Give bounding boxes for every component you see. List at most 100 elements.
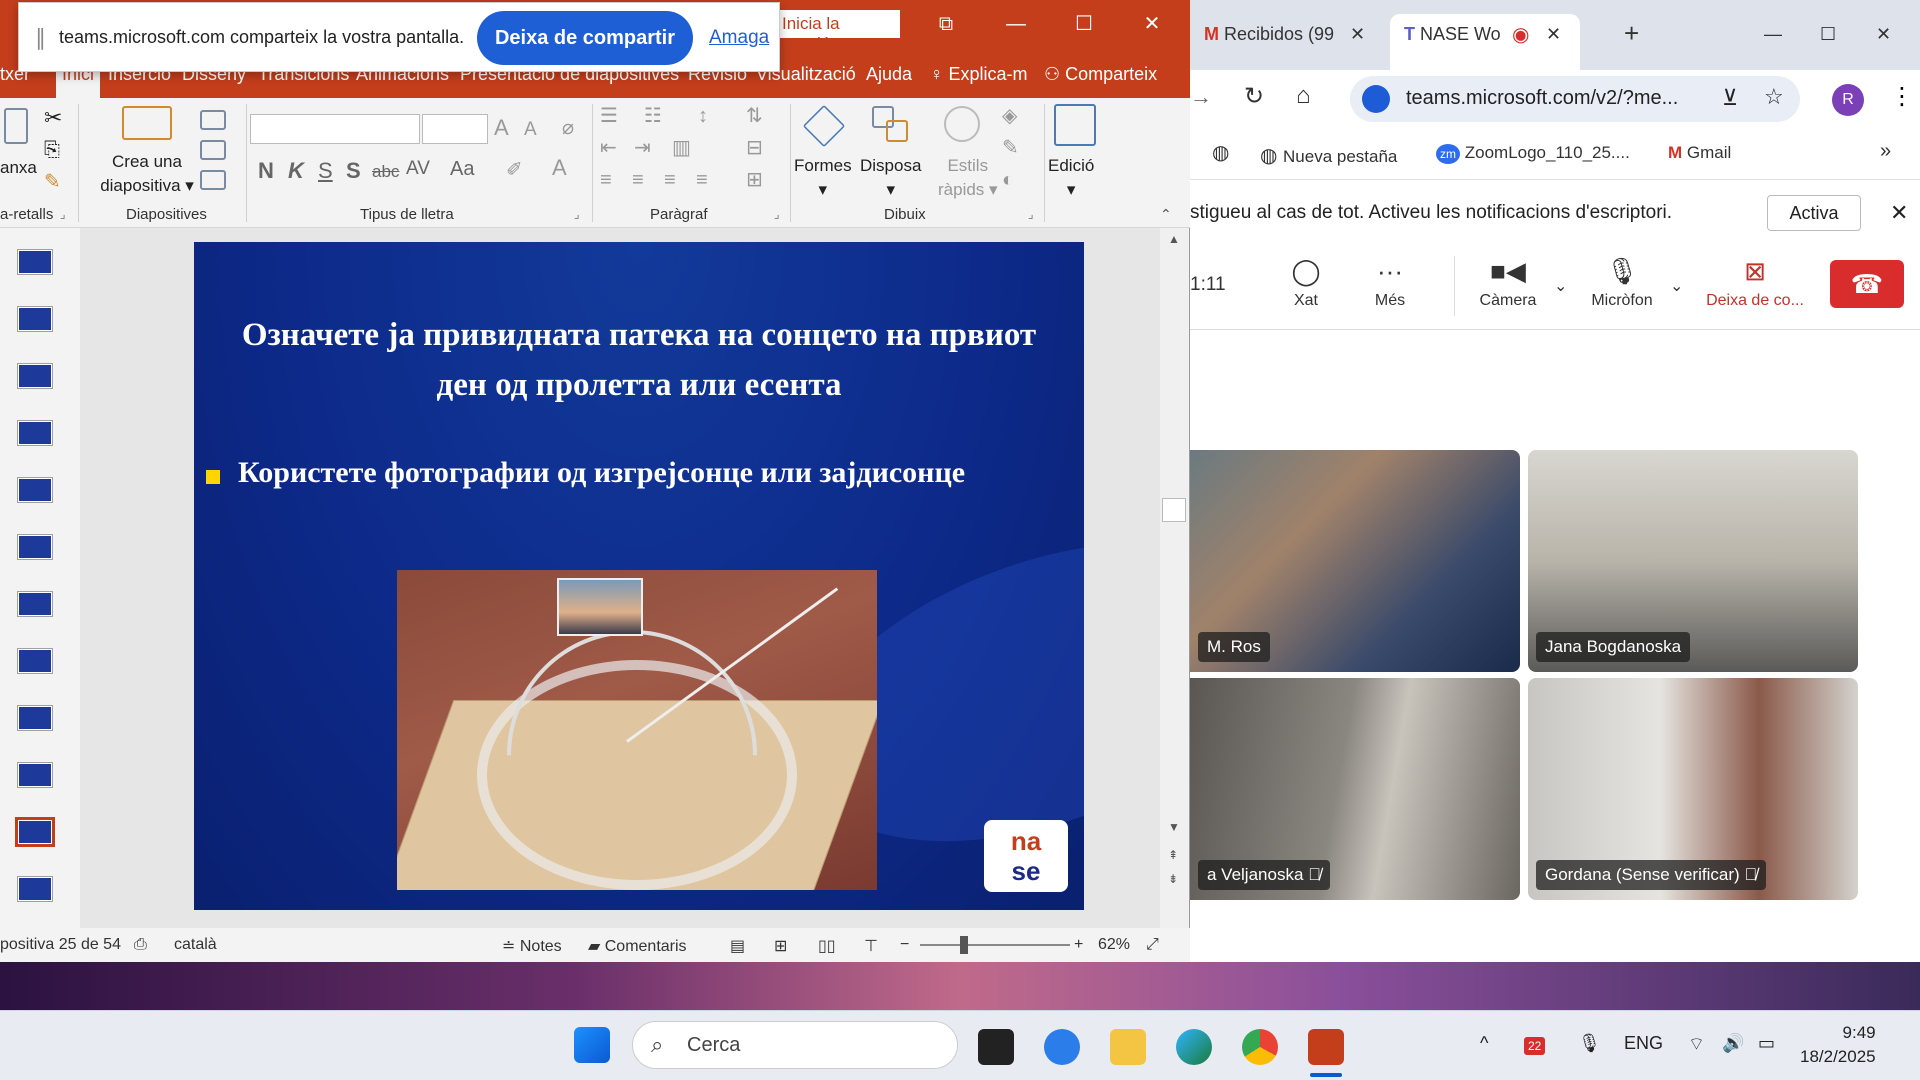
- slide-title[interactable]: Означете ја привидната патека на сонцето…: [224, 310, 1054, 410]
- slide-thumbnail[interactable]: [17, 591, 53, 617]
- home-icon[interactable]: ⌂: [1296, 82, 1311, 110]
- clear-format-icon[interactable]: ⌀: [562, 116, 574, 140]
- quick-styles-icon[interactable]: [944, 106, 980, 142]
- grow-font-icon[interactable]: A: [494, 116, 509, 140]
- close-icon[interactable]: ✕: [1124, 8, 1180, 40]
- taskbar-search[interactable]: ⌕ Cerca: [632, 1021, 958, 1069]
- hide-banner-link[interactable]: Amaga: [709, 27, 769, 49]
- paragraph-launcher-icon[interactable]: ⌟: [774, 202, 780, 226]
- arrange-button[interactable]: Disposa ▾: [860, 154, 921, 202]
- current-slide[interactable]: Означете ја привидната патека на сонцето…: [194, 242, 1084, 910]
- slide-scrollbar[interactable]: ▲ ▼ ⇞ ⇟: [1160, 228, 1188, 928]
- copilot-icon[interactable]: [1044, 1029, 1080, 1065]
- ribbon-display-icon[interactable]: ⧉: [918, 8, 974, 40]
- close-tab-icon[interactable]: ✕: [1546, 24, 1561, 45]
- highlight-icon[interactable]: ✐: [506, 158, 523, 182]
- shapes-button[interactable]: Formes ▾: [794, 154, 852, 202]
- forward-icon[interactable]: →: [1190, 84, 1212, 110]
- close-notification-icon[interactable]: ✕: [1890, 200, 1908, 226]
- file-explorer-icon[interactable]: [1110, 1029, 1146, 1065]
- address-bar[interactable]: teams.microsoft.com/v2/?me... ⊻ ☆: [1350, 76, 1800, 122]
- bookmark-zoomlogo[interactable]: zm ZoomLogo_110_25....: [1436, 143, 1630, 164]
- drag-handle-icon[interactable]: ∥: [35, 25, 46, 51]
- shrink-font-icon[interactable]: A: [524, 118, 537, 142]
- install-app-icon[interactable]: ⊻: [1722, 85, 1738, 111]
- tab-teams[interactable]: T NASE Wo ◉ ✕: [1390, 14, 1580, 70]
- edge-icon[interactable]: [1176, 1029, 1212, 1065]
- battery-icon[interactable]: ▭: [1758, 1033, 1775, 1054]
- decrease-indent-icon[interactable]: ⇤: [600, 136, 617, 160]
- slide-thumbnail[interactable]: [17, 420, 53, 446]
- layout-icon[interactable]: [200, 110, 226, 130]
- reset-icon[interactable]: [200, 140, 226, 160]
- tell-me-search[interactable]: ♀ Explica-m: [930, 64, 1028, 85]
- underline-button[interactable]: S: [318, 158, 333, 184]
- comments-button[interactable]: ▰ Comentaris: [588, 936, 687, 956]
- increase-indent-icon[interactable]: ⇥: [634, 136, 651, 160]
- reading-view-icon[interactable]: ▯▯: [818, 936, 836, 956]
- change-case-button[interactable]: Aa: [450, 158, 474, 181]
- font-color-icon[interactable]: A: [552, 156, 567, 180]
- copy-icon[interactable]: ⎘: [44, 138, 60, 162]
- language-indicator[interactable]: català: [174, 936, 217, 954]
- minimize-icon[interactable]: —: [988, 8, 1044, 40]
- zoom-level[interactable]: 62%: [1098, 936, 1130, 954]
- bookmark-gmail[interactable]: M Gmail: [1668, 143, 1731, 163]
- share-button[interactable]: ⚇ Comparteix: [1044, 64, 1157, 85]
- clipboard-launcher-icon[interactable]: ⌟: [60, 202, 66, 226]
- start-icon[interactable]: [574, 1027, 610, 1063]
- scroll-down-icon[interactable]: ▼: [1168, 820, 1180, 834]
- justify-icon[interactable]: ≡: [696, 168, 708, 192]
- stop-sharing-meeting-button[interactable]: ⊠ Deixa de co...: [1696, 256, 1814, 310]
- task-view-icon[interactable]: [978, 1029, 1014, 1065]
- shape-outline-icon[interactable]: ✎: [1002, 136, 1019, 160]
- fit-slide-icon[interactable]: ⤢: [1146, 936, 1159, 954]
- participant-tile[interactable]: Jana Bogdanoska: [1528, 450, 1858, 672]
- slide-thumbnail-selected[interactable]: [15, 817, 55, 847]
- font-launcher-icon[interactable]: ⌟: [574, 202, 580, 226]
- taskbar-clock[interactable]: 9:49 18/2/2025: [1800, 1021, 1876, 1069]
- normal-view-icon[interactable]: ▤: [730, 936, 745, 956]
- more-button[interactable]: ··· Més: [1340, 256, 1440, 310]
- slideshow-icon[interactable]: ⊤: [864, 936, 878, 956]
- new-tab-button[interactable]: +: [1610, 14, 1653, 56]
- align-text-icon[interactable]: ⊟: [746, 136, 763, 160]
- language-indicator[interactable]: ENG: [1624, 1033, 1663, 1054]
- zoom-slider-knob[interactable]: [960, 936, 968, 954]
- shape-fill-icon[interactable]: ◈: [1002, 104, 1017, 128]
- editing-button[interactable]: Edició ▾: [1048, 154, 1094, 202]
- slide-thumbnail[interactable]: [17, 249, 53, 275]
- align-right-icon[interactable]: ≡: [664, 168, 676, 192]
- new-slide-icon[interactable]: [122, 106, 172, 140]
- show-hidden-icons[interactable]: ^: [1480, 1033, 1488, 1054]
- slide-thumbnail[interactable]: [17, 534, 53, 560]
- participant-tile[interactable]: a Veljanoska 🎙̸: [1190, 678, 1520, 900]
- stop-sharing-button[interactable]: Deixa de compartir: [477, 11, 693, 65]
- profile-avatar[interactable]: R: [1832, 84, 1864, 116]
- participant-tile[interactable]: Gordana (Sense verificar) 🎙̸: [1528, 678, 1858, 900]
- leave-call-button[interactable]: ☎: [1830, 260, 1904, 308]
- drawing-launcher-icon[interactable]: ⌟: [1028, 202, 1034, 226]
- shadow-button[interactable]: S: [346, 158, 361, 184]
- shape-effects-icon[interactable]: ◐: [1002, 168, 1014, 192]
- calendar-badge[interactable]: 22: [1524, 1037, 1546, 1055]
- tab-help[interactable]: Ajuda: [866, 64, 912, 85]
- prev-slide-icon[interactable]: ⇞: [1168, 848, 1178, 862]
- slide-thumbnail[interactable]: [17, 705, 53, 731]
- slide-photo[interactable]: [397, 570, 877, 890]
- more-bookmarks-icon[interactable]: »: [1880, 140, 1891, 163]
- paste-label[interactable]: anxa: [0, 156, 37, 180]
- find-icon[interactable]: [1054, 104, 1096, 146]
- section-icon[interactable]: [200, 170, 226, 190]
- strikethrough-button[interactable]: abc: [372, 162, 399, 182]
- mic-options-chevron-icon[interactable]: ⌄: [1670, 276, 1683, 296]
- maximize-icon[interactable]: ☐: [1806, 14, 1850, 56]
- char-spacing-button[interactable]: AV: [406, 158, 430, 180]
- font-name-input[interactable]: [250, 114, 420, 144]
- zoom-out-icon[interactable]: −: [900, 936, 909, 954]
- chrome-menu-icon[interactable]: ⋮: [1890, 82, 1914, 111]
- format-painter-icon[interactable]: ✎: [44, 170, 61, 194]
- bookmark-star-icon[interactable]: ☆: [1764, 84, 1784, 110]
- bold-button[interactable]: N: [258, 158, 274, 184]
- spellcheck-icon[interactable]: ⎙: [134, 936, 147, 954]
